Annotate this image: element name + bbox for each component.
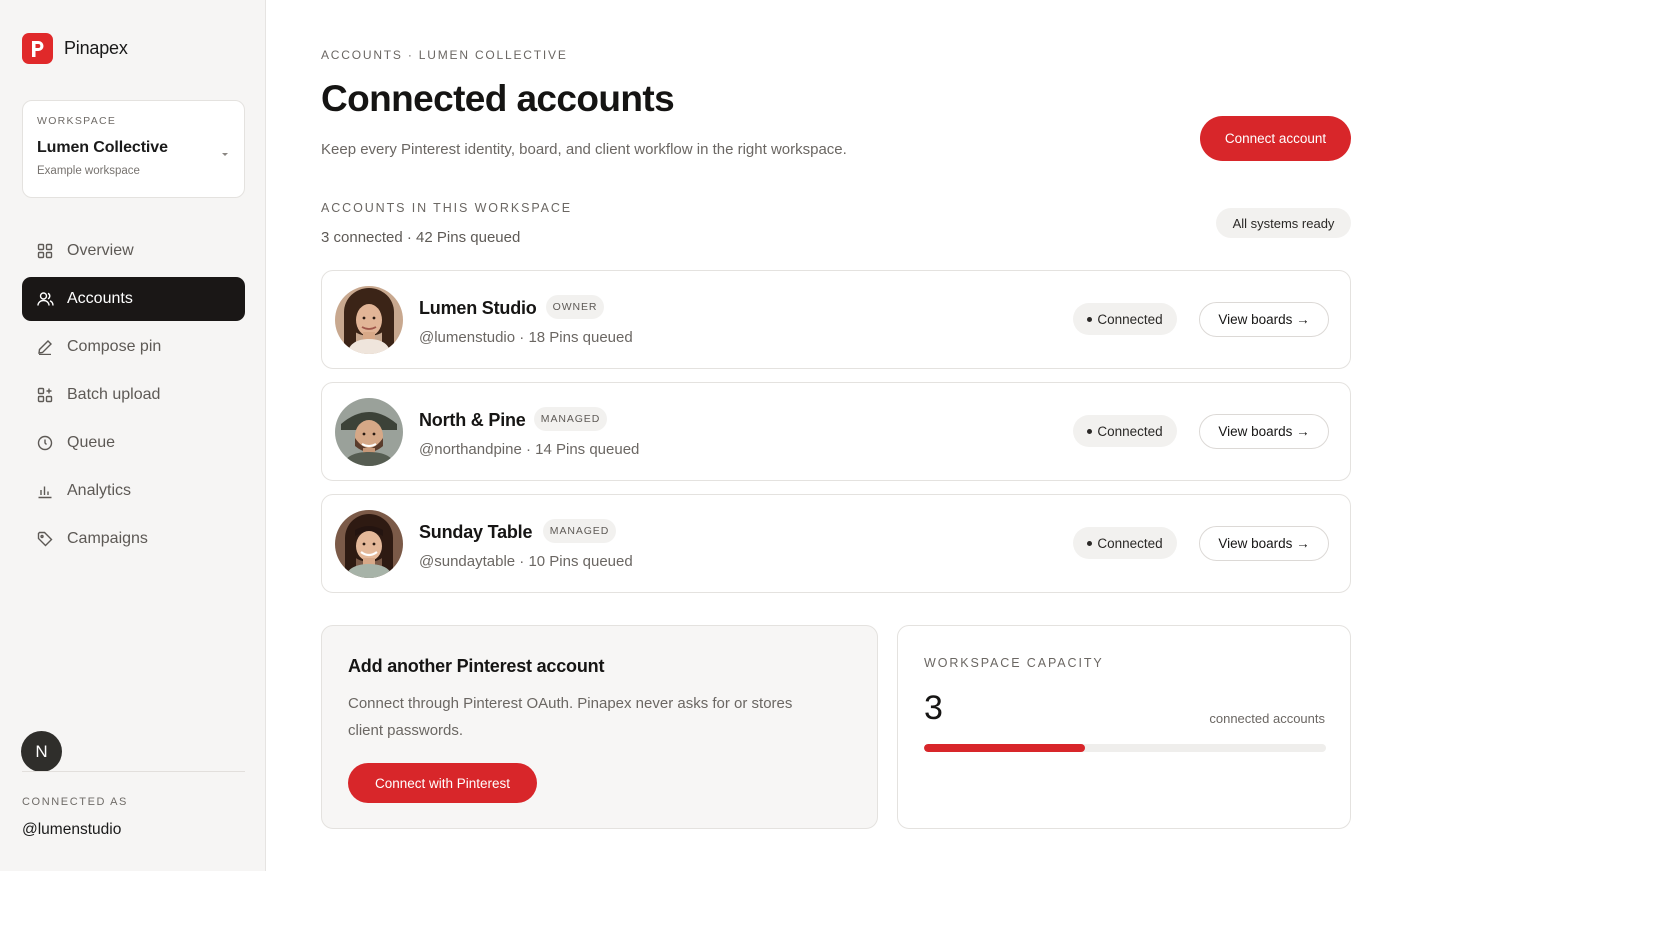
capacity-value: 3 (924, 689, 943, 727)
view-boards-button[interactable]: View boards → (1199, 302, 1329, 337)
capacity-progress-fill (924, 744, 1085, 752)
status-label: Connected (1097, 535, 1163, 551)
account-meta: @northandpine · 14 Pins queued (419, 441, 640, 458)
pencil-icon (36, 338, 54, 356)
bar-chart-icon (36, 482, 54, 500)
account-avatar (335, 510, 403, 578)
sidebar-item-queue[interactable]: Queue (22, 421, 245, 465)
sidebar-item-compose-pin[interactable]: Compose pin (22, 325, 245, 369)
connect-with-pinterest-button[interactable]: Connect with Pinterest (348, 763, 537, 803)
connect-account-button[interactable]: Connect account (1200, 116, 1351, 161)
sidebar-divider (22, 771, 245, 772)
section-label: ACCOUNTS IN THIS WORKSPACE (321, 201, 573, 215)
account-meta: @lumenstudio · 18 Pins queued (419, 329, 633, 346)
account-meta: @sundaytable · 10 Pins queued (419, 553, 633, 570)
workspace-name: Lumen Collective (37, 139, 168, 156)
account-card[interactable]: Sunday Table MANAGED @sundaytable · 10 P… (321, 494, 1351, 593)
sidebar-item-accounts[interactable]: Accounts (22, 277, 245, 321)
sidebar-item-label: Analytics (67, 482, 132, 499)
connection-status-badge: Connected (1073, 527, 1177, 559)
sidebar-item-label: Queue (67, 434, 116, 451)
sidebar-item-campaigns[interactable]: Campaigns (22, 517, 245, 561)
account-name: Lumen Studio (419, 298, 537, 318)
brand-name: Pinapex (64, 38, 128, 58)
users-icon (36, 290, 54, 308)
connection-status-badge: Connected (1073, 415, 1177, 447)
status-dot-icon (1087, 428, 1093, 434)
capacity-label: WORKSPACE CAPACITY (924, 656, 1104, 670)
capacity-unit: connected accounts (1209, 711, 1325, 726)
grid-icon (36, 242, 54, 260)
pinapex-logo-icon (22, 33, 53, 64)
add-account-panel: Add another Pinterest account Connect th… (321, 625, 878, 829)
workspace-subtitle: Example workspace (37, 165, 140, 177)
status-badge: All systems ready (1216, 208, 1351, 238)
sidebar: Pinapex WORKSPACE Lumen Collective Examp… (0, 0, 266, 871)
sidebar-item-label: Overview (67, 242, 134, 259)
status-label: Connected (1097, 311, 1163, 327)
add-account-title: Add another Pinterest account (348, 656, 605, 676)
connected-as-label: CONNECTED AS (22, 796, 128, 808)
workspace-switcher[interactable]: WORKSPACE Lumen Collective Example works… (22, 100, 245, 198)
sidebar-item-overview[interactable]: Overview (22, 229, 245, 273)
sidebar-nav: Overview Accounts Compose pin Batch uplo… (22, 229, 245, 565)
sidebar-item-label: Accounts (67, 290, 133, 307)
chevron-down-icon (222, 153, 228, 156)
role-badge: MANAGED (543, 519, 616, 543)
account-avatar (335, 398, 403, 466)
page-subtitle: Keep every Pinterest identity, board, an… (321, 141, 847, 158)
role-badge: MANAGED (534, 407, 607, 431)
sidebar-item-label: Batch upload (67, 386, 161, 403)
connected-handle: @lumenstudio (22, 821, 122, 838)
connection-status-badge: Connected (1073, 303, 1177, 335)
account-card[interactable]: Lumen Studio OWNER @lumenstudio · 18 Pin… (321, 270, 1351, 369)
user-avatar[interactable]: N (21, 731, 62, 772)
account-avatar (335, 286, 403, 354)
page-title: Connected accounts (321, 78, 675, 119)
status-label: Connected (1097, 423, 1163, 439)
workspace-label: WORKSPACE (37, 115, 117, 127)
account-name: Sunday Table (419, 522, 533, 542)
sidebar-item-batch-upload[interactable]: Batch upload (22, 373, 245, 417)
grid-plus-icon (36, 386, 54, 404)
role-badge: OWNER (546, 295, 604, 319)
sidebar-item-label: Campaigns (67, 530, 148, 547)
account-card[interactable]: North & Pine MANAGED @northandpine · 14 … (321, 382, 1351, 481)
view-boards-button[interactable]: View boards → (1199, 414, 1329, 449)
workspace-capacity-panel: WORKSPACE CAPACITY 3 connected accounts (897, 625, 1351, 829)
breadcrumb: ACCOUNTS · LUMEN COLLECTIVE (321, 48, 568, 62)
clock-icon (36, 434, 54, 452)
add-account-description: Connect through Pinterest OAuth. Pinapex… (348, 695, 793, 739)
sidebar-item-label: Compose pin (67, 338, 162, 355)
status-dot-icon (1087, 540, 1093, 546)
section-summary: 3 connected · 42 Pins queued (321, 229, 521, 246)
sidebar-item-analytics[interactable]: Analytics (22, 469, 245, 513)
status-dot-icon (1087, 316, 1093, 322)
view-boards-button[interactable]: View boards → (1199, 526, 1329, 561)
brand[interactable]: Pinapex (22, 33, 128, 64)
account-name: North & Pine (419, 410, 526, 430)
tag-icon (36, 530, 54, 548)
capacity-progress-bar (924, 744, 1326, 752)
